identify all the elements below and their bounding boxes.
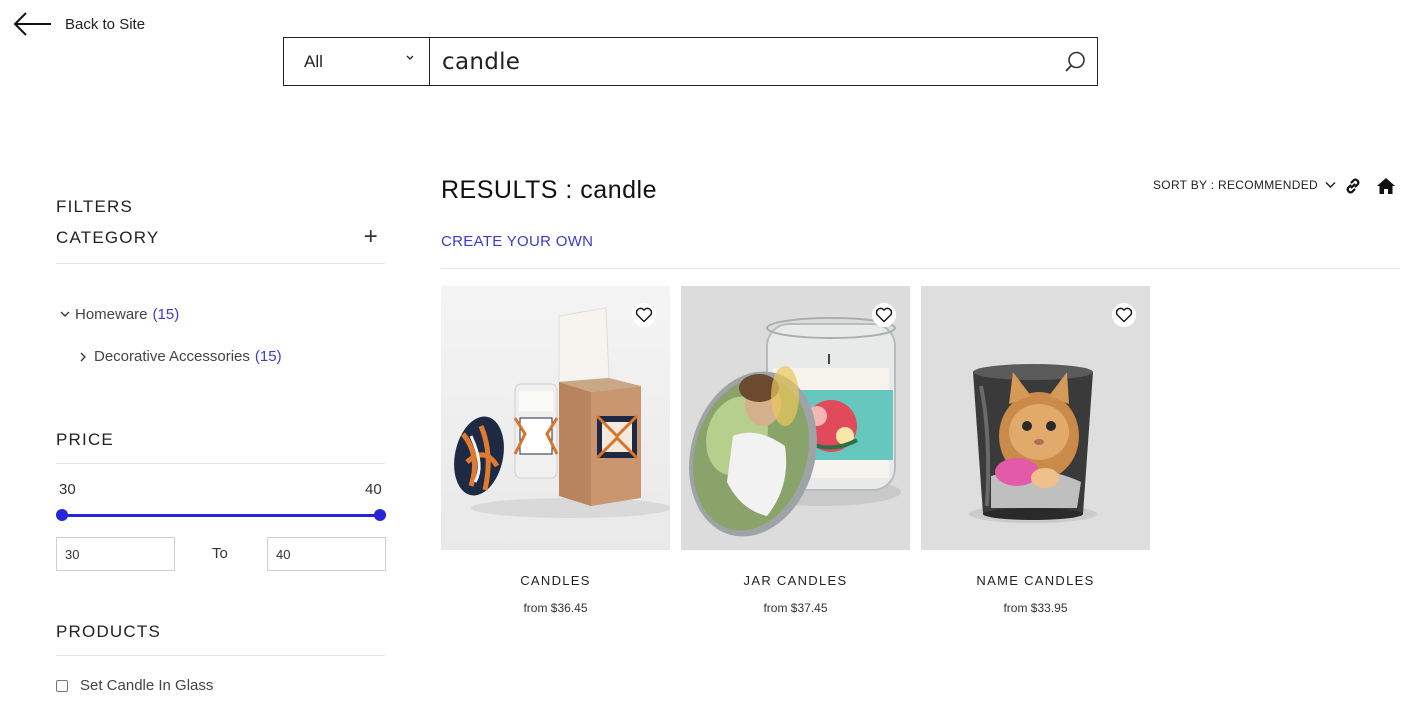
product-image-name-candles[interactable] (921, 286, 1150, 550)
wishlist-button[interactable] (632, 303, 656, 327)
jar-candle-illustration (681, 286, 910, 550)
product-image-candles[interactable] (441, 286, 670, 550)
search-bar: All (283, 37, 1098, 86)
sort-dropdown[interactable]: SORT BY : RECOMMENDED (1153, 178, 1336, 192)
back-to-site-link[interactable]: Back to Site (13, 10, 145, 38)
product-filter-checkbox[interactable] (56, 679, 68, 692)
product-price: from $36.45 (523, 601, 588, 615)
plus-icon[interactable]: + (364, 225, 379, 249)
search-icon[interactable] (1063, 50, 1087, 74)
product-name[interactable]: NAME CANDLES (921, 573, 1150, 588)
candle-box-illustration (441, 286, 670, 550)
product-price: from $37.45 (763, 601, 828, 615)
home-icon[interactable] (1376, 177, 1396, 195)
link-icon[interactable] (1343, 176, 1363, 196)
create-your-own-link[interactable]: CREATE YOUR OWN (441, 233, 593, 250)
search-scope-value: All (304, 51, 323, 71)
wishlist-button[interactable] (872, 303, 896, 327)
category-filter-title: CATEGORY (56, 228, 160, 247)
price-slider-min-handle[interactable] (56, 509, 68, 521)
chevron-down-icon (406, 55, 414, 60)
wishlist-button[interactable] (1112, 303, 1136, 327)
arrow-left-icon (13, 12, 51, 36)
price-min-label: 30 (59, 481, 76, 498)
category-item-label: Homeware (75, 306, 148, 323)
price-filter-title: PRICE (56, 430, 114, 449)
product-image-jar-candles[interactable] (681, 286, 910, 550)
products-filter-header: PRODUCTS (56, 622, 385, 656)
product-card-candles[interactable]: CANDLES from $36.45 (441, 286, 670, 615)
product-filter-label: Set Candle In Glass (80, 677, 214, 694)
price-to-label: To (212, 545, 228, 562)
back-to-site-label: Back to Site (65, 15, 146, 33)
product-card-jar-candles[interactable]: JAR CANDLES from $37.45 (681, 286, 910, 615)
product-card-name-candles[interactable]: NAME CANDLES from $33.95 (921, 286, 1150, 615)
chevron-right-icon (80, 352, 86, 361)
price-min-input[interactable] (56, 537, 175, 571)
results-query: candle (580, 176, 657, 204)
chevron-down-icon (60, 311, 70, 317)
product-filter-set-candle-in-glass[interactable]: Set Candle In Glass (56, 677, 213, 694)
filters-title: FILTERS (56, 197, 134, 216)
search-scope-select[interactable]: All (284, 38, 430, 85)
price-max-input[interactable] (267, 537, 386, 571)
price-slider-track[interactable] (62, 514, 380, 517)
category-item-count: (15) (152, 306, 180, 323)
products-filter-title: PRODUCTS (56, 622, 161, 641)
search-field-wrap (430, 38, 1097, 85)
price-filter-header: PRICE (56, 430, 385, 464)
price-max-label: 40 (365, 481, 382, 498)
price-slider-max-handle[interactable] (374, 509, 386, 521)
category-filter-header[interactable]: CATEGORY + (56, 225, 385, 264)
heart-icon (1115, 307, 1133, 323)
heart-icon (635, 307, 653, 323)
category-item-decorative-accessories[interactable]: Decorative Accessories (15) (79, 348, 282, 365)
search-input[interactable] (430, 38, 1097, 85)
results-title-prefix: RESULTS : (441, 176, 573, 204)
category-item-count: (15) (254, 348, 282, 365)
heart-icon (875, 307, 893, 323)
chevron-down-icon (1325, 181, 1336, 189)
category-item-label: Decorative Accessories (94, 348, 250, 365)
product-name[interactable]: CANDLES (441, 573, 670, 588)
results-divider (441, 268, 1400, 269)
results-title: RESULTS : candle (441, 176, 657, 205)
sort-label: SORT BY : RECOMMENDED (1153, 178, 1318, 192)
photo-candle-illustration (921, 286, 1150, 550)
category-item-homeware[interactable]: Homeware (15) (60, 306, 179, 323)
product-price: from $33.95 (1003, 601, 1068, 615)
product-name[interactable]: JAR CANDLES (681, 573, 910, 588)
